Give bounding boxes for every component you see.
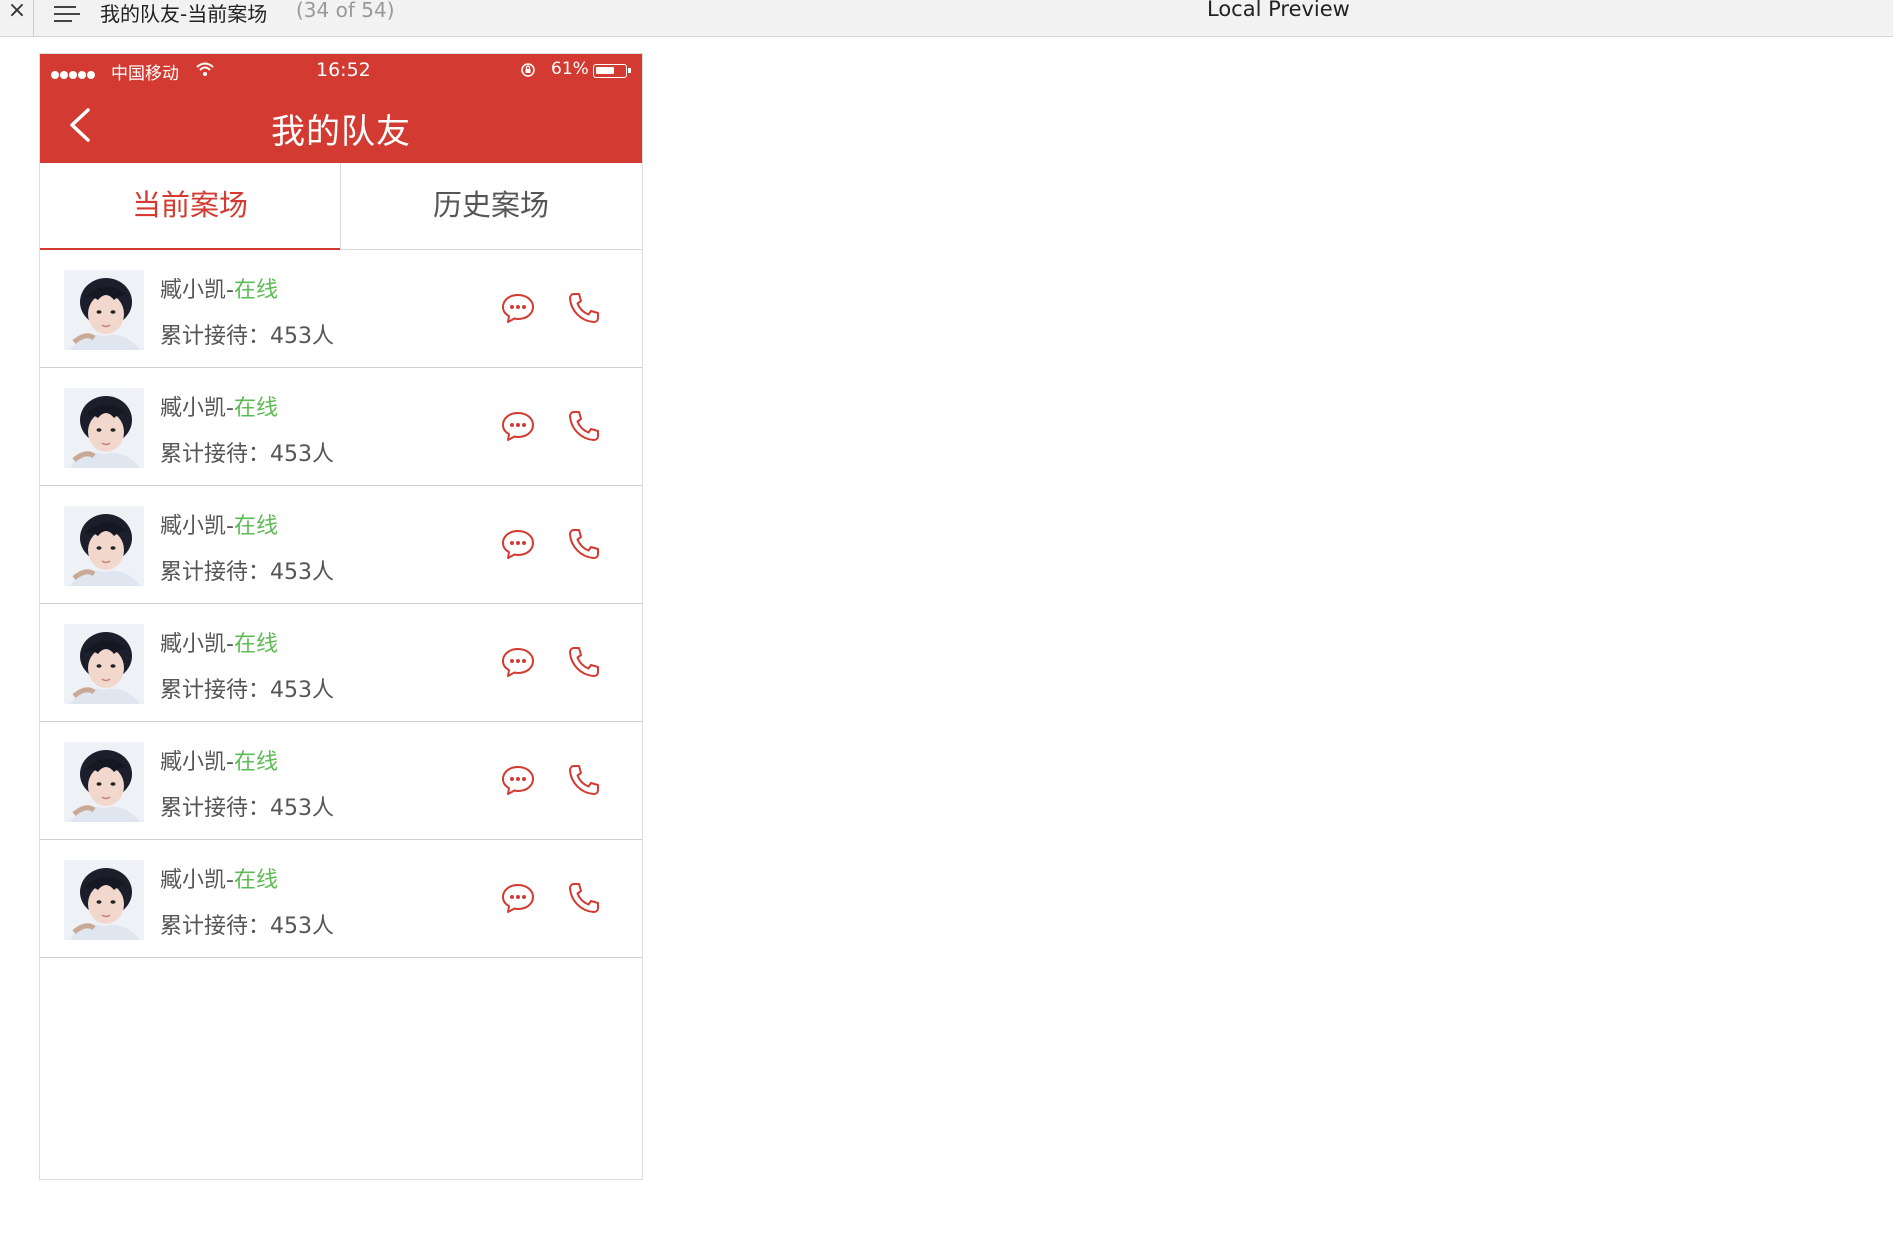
battery-icon bbox=[593, 64, 631, 78]
preview-toolbar: × 我的队友-当前案场 (34 of 54) Local Preview bbox=[0, 0, 1893, 37]
chat-bubble-icon[interactable] bbox=[500, 408, 536, 444]
avatar bbox=[64, 388, 144, 468]
chat-bubble-icon[interactable] bbox=[500, 526, 536, 562]
teammate-name: 臧小凯 bbox=[160, 750, 227, 775]
name-separator: - bbox=[226, 396, 234, 421]
phone-icon[interactable] bbox=[566, 762, 602, 798]
name-separator: - bbox=[226, 632, 234, 657]
reception-count: 累计接待：453人 bbox=[160, 554, 334, 586]
reception-count-value: 453人 bbox=[270, 560, 335, 585]
teammate-name-line: 臧小凯-在线 bbox=[160, 390, 278, 422]
chat-bubble-icon[interactable] bbox=[500, 644, 536, 680]
name-separator: - bbox=[226, 278, 234, 303]
phone-screen: 中国移动 16:52 61% 我的队友 当前案场 历史案场 臧小凯-在线 累计接… bbox=[39, 53, 643, 1180]
signal-strength-icon bbox=[51, 64, 96, 84]
name-separator: - bbox=[226, 868, 234, 893]
close-icon[interactable]: × bbox=[6, 0, 28, 24]
teammate-name: 臧小凯 bbox=[160, 632, 227, 657]
teammate-name: 臧小凯 bbox=[160, 396, 227, 421]
phone-icon[interactable] bbox=[566, 290, 602, 326]
reception-count-value: 453人 bbox=[270, 678, 335, 703]
online-status: 在线 bbox=[233, 278, 278, 303]
tab-current-site[interactable]: 当前案场 bbox=[40, 163, 340, 250]
page-counter: (34 of 54) bbox=[296, 0, 395, 22]
avatar bbox=[64, 270, 144, 350]
tab-bar: 当前案场 历史案场 bbox=[40, 163, 642, 250]
reception-count: 累计接待：453人 bbox=[160, 672, 334, 704]
list-item[interactable]: 臧小凯-在线 累计接待：453人 bbox=[40, 368, 642, 486]
status-time: 16:52 bbox=[316, 59, 371, 81]
tab-history-site[interactable]: 历史案场 bbox=[341, 163, 641, 249]
carrier-label: 中国移动 bbox=[111, 64, 179, 84]
wifi-icon bbox=[196, 62, 214, 76]
reception-count-label: 累计接待： bbox=[160, 796, 271, 821]
online-status: 在线 bbox=[233, 514, 278, 539]
reception-count-label: 累计接待： bbox=[160, 324, 271, 349]
reception-count: 累计接待：453人 bbox=[160, 318, 334, 350]
teammate-name: 臧小凯 bbox=[160, 514, 227, 539]
list-item[interactable]: 臧小凯-在线 累计接待：453人 bbox=[40, 250, 642, 368]
teammate-name-line: 臧小凯-在线 bbox=[160, 272, 278, 304]
avatar bbox=[64, 742, 144, 822]
chat-bubble-icon[interactable] bbox=[500, 290, 536, 326]
reception-count: 累计接待：453人 bbox=[160, 436, 334, 468]
teammate-name: 臧小凯 bbox=[160, 868, 227, 893]
window-title: 我的队友-当前案场 bbox=[100, 2, 268, 26]
teammate-name-line: 臧小凯-在线 bbox=[160, 508, 278, 540]
online-status: 在线 bbox=[233, 632, 278, 657]
rotation-lock-icon bbox=[521, 63, 535, 77]
list-item[interactable]: 臧小凯-在线 累计接待：453人 bbox=[40, 604, 642, 722]
list-item[interactable]: 臧小凯-在线 累计接待：453人 bbox=[40, 722, 642, 840]
name-separator: - bbox=[226, 514, 234, 539]
avatar bbox=[64, 506, 144, 586]
chat-bubble-icon[interactable] bbox=[500, 880, 536, 916]
reception-count-label: 累计接待： bbox=[160, 914, 271, 939]
list-item[interactable]: 臧小凯-在线 累计接待：453人 bbox=[40, 840, 642, 958]
reception-count-label: 累计接待： bbox=[160, 442, 271, 467]
reception-count-value: 453人 bbox=[270, 914, 335, 939]
phone-icon[interactable] bbox=[566, 880, 602, 916]
phone-icon[interactable] bbox=[566, 644, 602, 680]
page-title: 我的队友 bbox=[271, 112, 411, 152]
reception-count-value: 453人 bbox=[270, 796, 335, 821]
status-bar: 中国移动 16:52 61% bbox=[40, 54, 642, 84]
online-status: 在线 bbox=[233, 750, 278, 775]
online-status: 在线 bbox=[233, 868, 278, 893]
list-item[interactable]: 臧小凯-在线 累计接待：453人 bbox=[40, 486, 642, 604]
battery-percentage: 61% bbox=[551, 59, 589, 79]
reception-count: 累计接待：453人 bbox=[160, 908, 334, 940]
reception-count-value: 453人 bbox=[270, 324, 335, 349]
avatar bbox=[64, 860, 144, 940]
preview-label: Local Preview bbox=[1207, 0, 1350, 21]
phone-icon[interactable] bbox=[566, 408, 602, 444]
phone-icon[interactable] bbox=[566, 526, 602, 562]
teammate-name: 臧小凯 bbox=[160, 278, 227, 303]
reception-count-label: 累计接待： bbox=[160, 560, 271, 585]
avatar bbox=[64, 624, 144, 704]
teammate-name-line: 臧小凯-在线 bbox=[160, 744, 278, 776]
toolbar-divider bbox=[33, 0, 34, 36]
reception-count-value: 453人 bbox=[270, 442, 335, 467]
teammate-list: 臧小凯-在线 累计接待：453人 臧小凯-在线 累计接待：453人 臧小凯-在线… bbox=[40, 250, 642, 958]
app-header: 中国移动 16:52 61% 我的队友 bbox=[40, 54, 642, 163]
reception-count-label: 累计接待： bbox=[160, 678, 271, 703]
chat-bubble-icon[interactable] bbox=[500, 762, 536, 798]
online-status: 在线 bbox=[233, 396, 278, 421]
menu-icon[interactable] bbox=[54, 4, 80, 24]
name-separator: - bbox=[226, 750, 234, 775]
teammate-name-line: 臧小凯-在线 bbox=[160, 862, 278, 894]
reception-count: 累计接待：453人 bbox=[160, 790, 334, 822]
teammate-name-line: 臧小凯-在线 bbox=[160, 626, 278, 658]
